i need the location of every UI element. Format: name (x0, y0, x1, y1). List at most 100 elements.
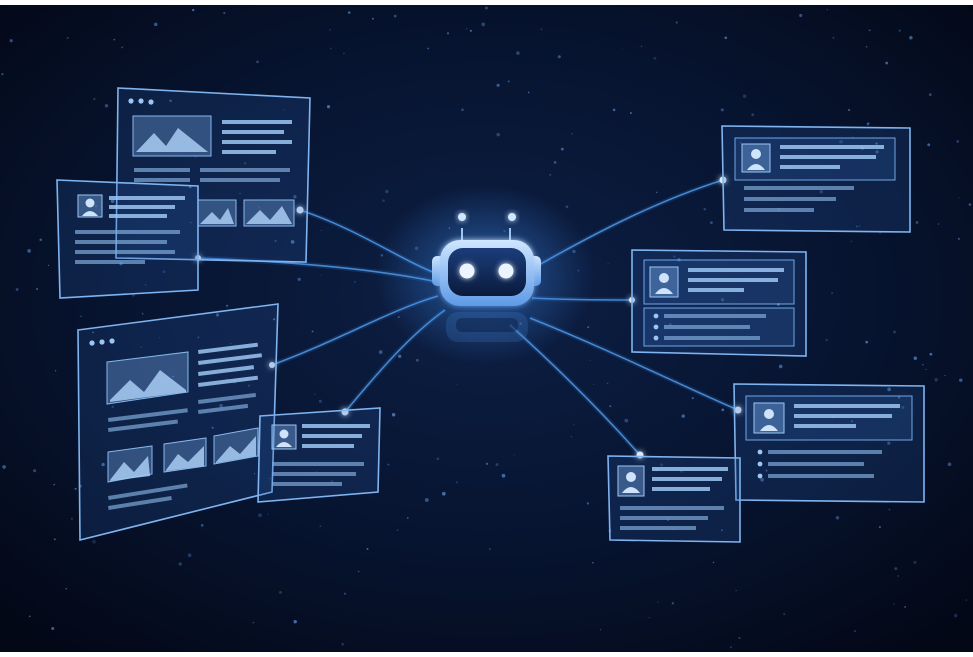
antenna-left-icon (458, 213, 466, 221)
star-dot (1, 73, 4, 76)
star-dot (252, 621, 255, 624)
star-dot (783, 612, 786, 616)
profile-card-left-top (56, 179, 199, 299)
profile-card-bottom-center (607, 455, 741, 543)
antenna-right-icon (508, 213, 516, 221)
profile-card-right-middle (631, 249, 807, 357)
star-dot (968, 203, 972, 206)
star-dot (343, 592, 347, 595)
robot-eye-left-icon (459, 263, 475, 279)
star-dot (947, 462, 952, 467)
star-dot (51, 626, 55, 631)
star-dot (391, 413, 396, 417)
star-dot (927, 143, 931, 147)
star-dot (223, 11, 226, 15)
star-dot (913, 356, 918, 361)
star-dot (799, 13, 803, 18)
star-dot (724, 36, 728, 40)
star-dot (835, 516, 840, 520)
star-dot (831, 292, 834, 295)
star-dot (557, 55, 561, 59)
star-dot (893, 603, 895, 605)
star-dot (953, 613, 958, 618)
star-dot (469, 29, 472, 32)
star-dot (640, 45, 643, 48)
profile-card-left-bottom (257, 407, 381, 503)
star-dot (358, 570, 360, 573)
star-dot (178, 562, 182, 566)
star-dot (898, 29, 901, 32)
star-dot (573, 424, 575, 426)
star-dot (648, 617, 650, 619)
star-dot (867, 122, 870, 125)
star-dot (894, 567, 898, 571)
star-dot (9, 39, 13, 43)
star-dot (657, 601, 659, 603)
star-dot (496, 83, 500, 87)
star-dot (540, 28, 543, 31)
star-dot (329, 47, 332, 50)
star-dot (319, 525, 322, 528)
star-dot (113, 38, 116, 41)
star-dot (878, 526, 881, 529)
star-dot (320, 274, 322, 276)
star-dot (495, 463, 499, 467)
star-dot (80, 315, 82, 318)
star-dot (28, 615, 31, 618)
star-dot (571, 132, 573, 135)
profile-card-right-top (721, 125, 911, 233)
star-dot (378, 350, 383, 354)
star-dot (904, 605, 907, 608)
star-dot (92, 539, 96, 544)
star-dot (612, 108, 616, 112)
star-dot (586, 502, 590, 505)
star-dot (424, 498, 429, 502)
star-dot (893, 330, 896, 334)
star-dot (343, 52, 345, 55)
star-dot (560, 147, 564, 151)
star-dot (314, 393, 316, 395)
star-dot (326, 105, 331, 109)
star-dot (516, 51, 520, 55)
star-dot (382, 199, 385, 202)
star-dot (832, 36, 835, 39)
star-dot (720, 108, 724, 112)
star-dot (507, 80, 510, 83)
star-dot (36, 288, 38, 290)
star-dot (496, 132, 500, 137)
star-dot (187, 553, 192, 558)
star-dot (826, 9, 828, 11)
star-dot (965, 599, 967, 601)
star-dot (465, 27, 468, 30)
star-dot (958, 197, 960, 199)
profile-card-right-bottom (733, 383, 925, 503)
star-dot (406, 517, 409, 519)
star-dot (735, 589, 737, 592)
star-dot (141, 312, 144, 315)
star-dot (751, 113, 755, 117)
star-dot (681, 414, 685, 418)
star-dot (629, 112, 632, 114)
star-dot (885, 61, 889, 65)
star-dot (353, 280, 356, 283)
star-dot (485, 462, 489, 465)
star-dot (712, 561, 715, 564)
star-dot (455, 481, 458, 484)
star-dot (606, 382, 609, 385)
star-dot (65, 587, 67, 590)
star-dot (957, 237, 961, 241)
star-dot (441, 491, 446, 496)
star-dot (226, 304, 229, 307)
star-dot (387, 463, 390, 466)
star-dot (655, 191, 658, 194)
star-dot (778, 364, 783, 369)
star-dot (258, 513, 262, 518)
robot-assistant (375, 185, 595, 365)
star-dot (481, 22, 486, 27)
star-dot (609, 405, 612, 408)
star-dot (929, 352, 933, 356)
star-dot (709, 221, 713, 225)
star-dot (329, 28, 331, 31)
star-dot (427, 47, 430, 50)
star-dot (570, 436, 573, 438)
